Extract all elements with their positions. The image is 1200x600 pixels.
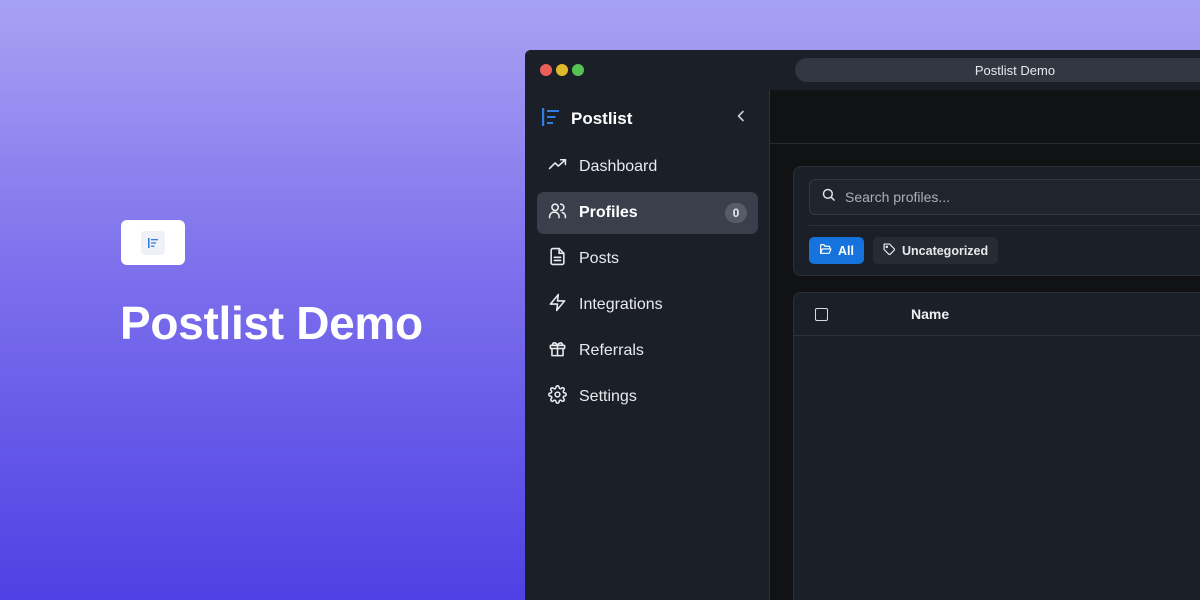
sidebar-item-profiles[interactable]: Profiles 0 — [537, 192, 758, 234]
brand-name: Postlist — [571, 109, 633, 128]
search-box[interactable] — [809, 179, 1200, 215]
chevron-left-icon — [736, 109, 746, 127]
main-content: All Uncategorized Name — [770, 90, 1200, 600]
zap-icon — [548, 293, 567, 317]
sidebar-item-referrals[interactable]: Referrals — [537, 330, 758, 372]
filter-chip-label: All — [838, 243, 854, 258]
filter-chip-uncategorized[interactable]: Uncategorized — [873, 237, 999, 264]
tag-icon — [883, 242, 896, 259]
postlist-logo-icon — [541, 107, 561, 132]
sidebar-item-integrations[interactable]: Integrations — [537, 284, 758, 326]
app-logo-icon — [141, 230, 165, 255]
window-maximize-button[interactable] — [572, 64, 584, 76]
search-input[interactable] — [845, 189, 1200, 205]
collapse-sidebar-button[interactable] — [731, 108, 751, 128]
address-bar[interactable]: Postlist Demo — [795, 58, 1200, 82]
window-minimize-button[interactable] — [556, 64, 568, 76]
search-icon — [821, 187, 836, 207]
sidebar-nav: Dashboard Profiles 0 Posts Integrations — [537, 146, 758, 422]
folder-open-icon — [819, 243, 832, 259]
app-logo-card — [121, 220, 185, 265]
profiles-count-badge: 0 — [725, 203, 747, 223]
sidebar-item-settings[interactable]: Settings — [537, 376, 758, 418]
trending-up-icon — [548, 155, 567, 179]
filter-panel: All Uncategorized — [793, 166, 1200, 276]
sidebar-item-label: Dashboard — [579, 158, 658, 175]
sidebar-item-label: Settings — [579, 388, 637, 405]
filter-chip-all[interactable]: All — [809, 237, 864, 264]
gift-icon — [548, 339, 567, 363]
main-topbar — [770, 90, 1200, 144]
sidebar-item-dashboard[interactable]: Dashboard — [537, 146, 758, 188]
filter-divider — [809, 225, 1200, 226]
hero-title: Postlist Demo — [120, 297, 423, 349]
window-titlebar: Postlist Demo — [525, 50, 1200, 90]
filter-chip-label: Uncategorized — [902, 243, 989, 258]
app-window: Postlist Demo Postlist Dashboard Profile… — [525, 50, 1200, 600]
sidebar-item-posts[interactable]: Posts — [537, 238, 758, 280]
profiles-table: Name — [793, 292, 1200, 600]
column-header-name[interactable]: Name — [911, 306, 949, 322]
sidebar-item-label: Integrations — [579, 296, 663, 313]
gear-icon — [548, 385, 567, 409]
sidebar-item-label: Profiles — [579, 204, 638, 221]
file-text-icon — [548, 247, 567, 271]
select-all-checkbox[interactable] — [815, 308, 828, 321]
users-icon — [548, 201, 567, 225]
sidebar-item-label: Referrals — [579, 342, 644, 359]
sidebar: Postlist Dashboard Profiles 0 Posts Inte… — [525, 90, 770, 600]
window-close-button[interactable] — [540, 64, 552, 76]
sidebar-item-label: Posts — [579, 250, 620, 267]
table-header: Name — [794, 293, 1200, 336]
sidebar-brand[interactable]: Postlist — [541, 107, 633, 132]
